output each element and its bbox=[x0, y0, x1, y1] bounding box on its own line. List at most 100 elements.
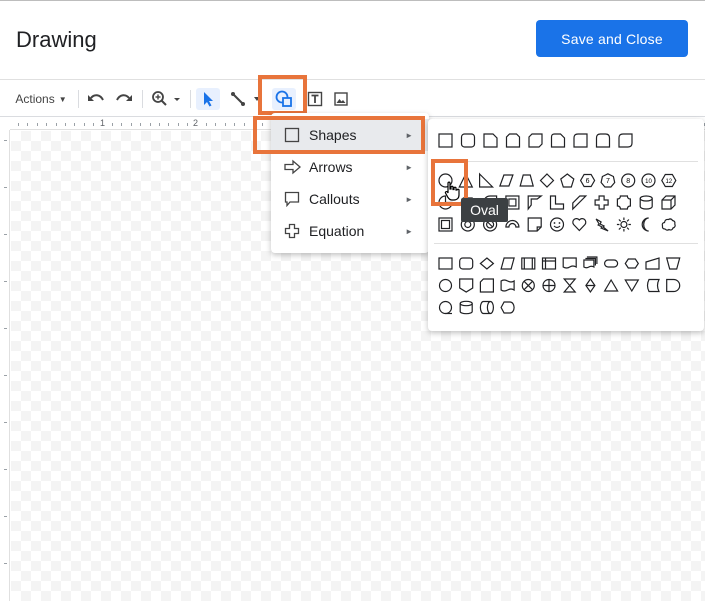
flowchart-or-shape[interactable] bbox=[540, 276, 558, 294]
folded-corner-shape[interactable] bbox=[525, 215, 543, 233]
moon-shape[interactable] bbox=[637, 215, 655, 233]
flowchart-collate-shape[interactable] bbox=[560, 276, 578, 294]
ruler-tick bbox=[243, 123, 245, 126]
menu-item-equation[interactable]: Equation ► bbox=[271, 215, 429, 247]
flowchart-off-page-connector-shape[interactable] bbox=[457, 276, 475, 294]
flowchart-extract-shape[interactable] bbox=[602, 276, 620, 294]
flowchart-manual-input-shape[interactable] bbox=[643, 254, 661, 272]
flowchart-stored-data-shape[interactable] bbox=[643, 276, 661, 294]
select-button[interactable] bbox=[196, 88, 220, 110]
lightning-bolt-shape[interactable] bbox=[592, 215, 610, 233]
half-frame-shape[interactable] bbox=[525, 193, 543, 211]
snip-round-shape[interactable] bbox=[549, 131, 567, 149]
svg-text:6: 6 bbox=[586, 178, 590, 185]
flowchart-delay-shape[interactable] bbox=[664, 276, 682, 294]
flowchart-process-shape[interactable] bbox=[436, 254, 454, 272]
heart-shape[interactable] bbox=[570, 215, 588, 233]
flowchart-data-shape[interactable] bbox=[498, 254, 516, 272]
ruler-tick bbox=[130, 123, 132, 126]
ruler-tick bbox=[4, 281, 7, 282]
octagon-8-shape[interactable]: 8 bbox=[619, 171, 637, 189]
decagon-10-shape[interactable]: 10 bbox=[639, 171, 657, 189]
round-diagonal-shape[interactable] bbox=[616, 131, 634, 149]
ruler-tick bbox=[4, 469, 7, 470]
submenu-arrow-icon: ► bbox=[405, 162, 413, 172]
redo-icon bbox=[116, 94, 132, 101]
plus-icon bbox=[284, 223, 300, 239]
highlight-shapes-menu-item bbox=[253, 116, 425, 154]
menu-item-callouts[interactable]: Callouts ► bbox=[271, 183, 429, 215]
rectangle-shape[interactable] bbox=[436, 131, 454, 149]
flowchart-document-shape[interactable] bbox=[560, 254, 578, 272]
callout-icon bbox=[284, 191, 300, 207]
hexagon-6-shape[interactable]: 6 bbox=[578, 171, 596, 189]
snip-diagonal-shape[interactable] bbox=[526, 131, 544, 149]
ruler-tick bbox=[55, 123, 57, 126]
flowchart-punched-tape-shape[interactable] bbox=[498, 276, 516, 294]
l-shape[interactable] bbox=[548, 193, 566, 211]
diagonal-stripe-shape[interactable] bbox=[570, 193, 588, 211]
undo-button[interactable] bbox=[86, 88, 106, 110]
rounded-rectangle-shape[interactable] bbox=[459, 131, 477, 149]
menu-item-arrows[interactable]: Arrows ► bbox=[271, 151, 429, 183]
svg-text:8: 8 bbox=[626, 178, 630, 185]
snip-corner-rectangle-shape[interactable] bbox=[481, 131, 499, 149]
pentagon-shape[interactable] bbox=[558, 171, 576, 189]
flowchart-internal-storage-shape[interactable] bbox=[540, 254, 558, 272]
line-button[interactable] bbox=[226, 88, 250, 110]
flowchart-sort-shape[interactable] bbox=[581, 276, 599, 294]
actions-menu-button[interactable]: Actions ▼ bbox=[10, 88, 72, 110]
snip-same-side-shape[interactable] bbox=[504, 131, 522, 149]
ruler-tick bbox=[4, 375, 7, 376]
flowchart-terminator-shape[interactable] bbox=[602, 254, 620, 272]
zoom-button[interactable] bbox=[150, 88, 182, 110]
plaque-shape[interactable] bbox=[614, 193, 632, 211]
flowchart-predefined-process-shape[interactable] bbox=[519, 254, 537, 272]
toolbar: Actions ▼ bbox=[0, 79, 705, 117]
round-same-side-shape[interactable] bbox=[594, 131, 612, 149]
shape-grid: 6 7 8 10 12 bbox=[436, 131, 682, 316]
vertical-ruler bbox=[0, 130, 10, 601]
bevel-shape[interactable] bbox=[436, 215, 454, 233]
image-button[interactable] bbox=[330, 88, 352, 110]
flowchart-merge-shape[interactable] bbox=[622, 276, 640, 294]
flowchart-display-shape[interactable] bbox=[498, 298, 516, 316]
right-triangle-shape[interactable] bbox=[477, 171, 495, 189]
ruler-tick bbox=[27, 123, 29, 126]
ruler-tick bbox=[177, 123, 179, 126]
flowchart-sequential-access-storage-shape[interactable] bbox=[436, 298, 454, 316]
save-and-close-button[interactable]: Save and Close bbox=[536, 20, 688, 57]
flowchart-card-shape[interactable] bbox=[477, 276, 495, 294]
flowchart-connector-shape[interactable] bbox=[436, 276, 454, 294]
flowchart-summing-junction-shape[interactable] bbox=[519, 276, 537, 294]
ruler-tick bbox=[74, 123, 76, 126]
flowchart-alternate-process-shape[interactable] bbox=[457, 254, 475, 272]
sun-shape[interactable] bbox=[614, 215, 632, 233]
smiley-face-shape[interactable] bbox=[548, 215, 566, 233]
flowchart-multidocument-shape[interactable] bbox=[581, 254, 599, 272]
flowchart-direct-access-storage-shape[interactable] bbox=[477, 298, 495, 316]
plus-shape[interactable] bbox=[592, 193, 610, 211]
line-icon bbox=[231, 92, 245, 106]
flowchart-magnetic-disk-shape[interactable] bbox=[457, 298, 475, 316]
ruler-mark: 1 bbox=[100, 118, 106, 128]
flowchart-manual-operation-shape[interactable] bbox=[664, 254, 682, 272]
dodecagon-12-shape[interactable]: 12 bbox=[659, 171, 677, 189]
flowchart-decision-shape[interactable] bbox=[477, 254, 495, 272]
diamond-shape[interactable] bbox=[538, 171, 556, 189]
ruler-tick bbox=[234, 123, 236, 126]
heptagon-7-shape[interactable]: 7 bbox=[598, 171, 616, 189]
hand-cursor-icon bbox=[444, 181, 460, 201]
can-shape[interactable] bbox=[637, 193, 655, 211]
cloud-shape[interactable] bbox=[659, 215, 677, 233]
text-box-button[interactable] bbox=[304, 88, 326, 110]
ruler-tick bbox=[187, 123, 189, 126]
svg-text:12: 12 bbox=[665, 179, 672, 185]
flowchart-preparation-shape[interactable] bbox=[622, 254, 640, 272]
trapezoid-shape[interactable] bbox=[517, 171, 535, 189]
svg-text:10: 10 bbox=[645, 179, 652, 185]
cube-shape[interactable] bbox=[659, 193, 677, 211]
round-corner-shape[interactable] bbox=[571, 131, 589, 149]
parallelogram-shape[interactable] bbox=[497, 171, 515, 189]
redo-button[interactable] bbox=[114, 88, 134, 110]
